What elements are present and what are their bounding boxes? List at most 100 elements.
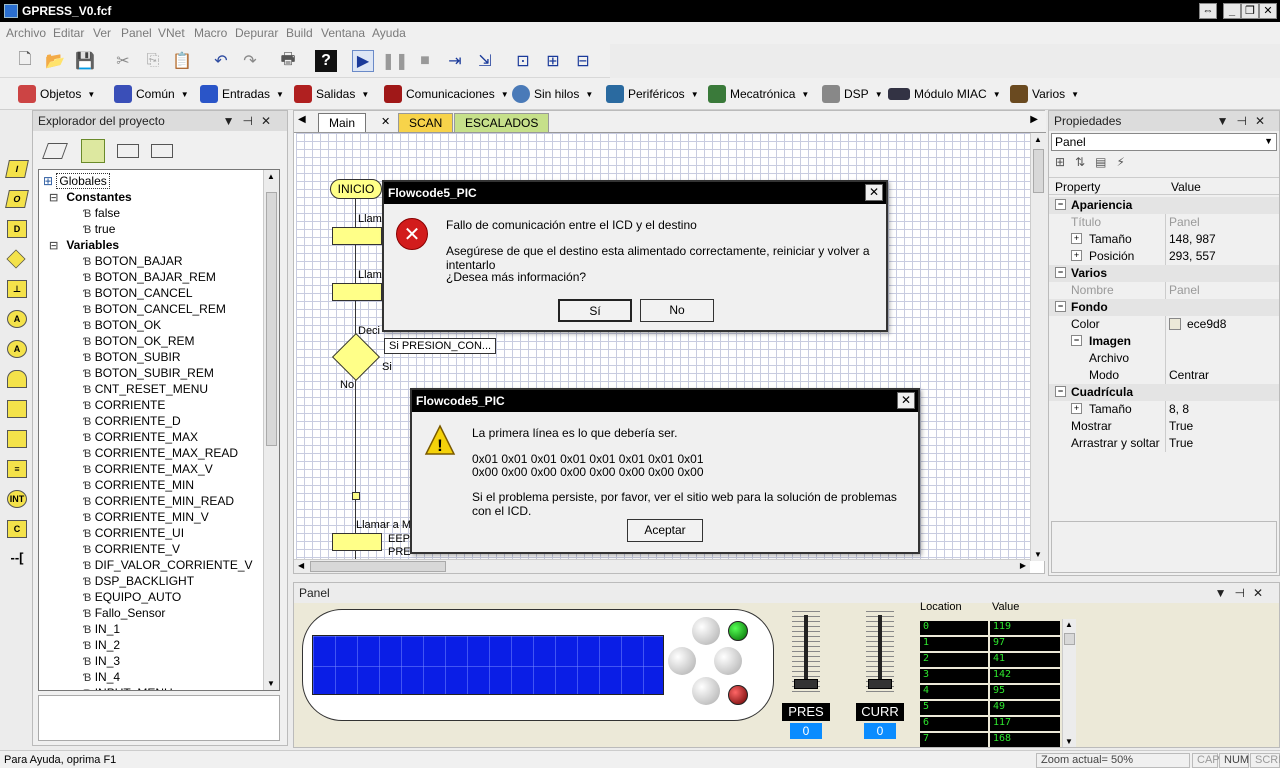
eeprom-scrollbar[interactable]: ▲ ▼ <box>1062 619 1076 747</box>
object-selector[interactable]: Panel ▼ <box>1051 133 1277 151</box>
explorer-tab-ports-icon[interactable] <box>42 143 68 159</box>
tree-variable-item[interactable]: Ɓ EQUIPO_AUTO <box>83 590 181 606</box>
goto-icon[interactable]: A <box>7 340 27 358</box>
properties-toolbar-icons[interactable]: ⊞⇅▤⚡ <box>1055 155 1135 169</box>
property-row[interactable]: − Fondo <box>1049 299 1279 316</box>
loop-icon[interactable] <box>7 370 27 388</box>
tree-variable-item[interactable]: Ɓ CORRIENTE_UI <box>83 526 184 542</box>
collapse-icon[interactable]: − <box>1055 199 1066 210</box>
tree-variable-item[interactable]: Ɓ CORRIENTE_MIN_V <box>83 510 209 526</box>
calculation-icon[interactable] <box>7 400 27 418</box>
start-terminal[interactable]: INICIO <box>330 179 382 199</box>
interrupt-icon[interactable]: INT <box>7 490 27 508</box>
restore-icon[interactable]: ⇔ <box>1199 3 1217 19</box>
menu-panel[interactable]: Panel <box>121 26 152 40</box>
expand-icon[interactable]: + <box>1071 233 1082 244</box>
collapse-icon[interactable]: − <box>1055 301 1066 312</box>
menu-editar[interactable]: Editar <box>53 26 84 40</box>
menu-ventana[interactable]: Ventana <box>321 26 365 40</box>
icd-icon[interactable]: ⊡ <box>512 50 534 72</box>
menu-ayuda[interactable]: Ayuda <box>372 26 406 40</box>
pane-controls-icon[interactable]: ▼⊣✕ <box>223 114 279 128</box>
property-row[interactable]: Título Panel <box>1049 214 1279 231</box>
macro-call-3[interactable] <box>332 533 382 551</box>
macro-call-icon[interactable] <box>7 430 27 448</box>
category-varios[interactable]: Varios ▼ <box>1010 83 1079 105</box>
tree-variable-item[interactable]: Ɓ CORRIENTE_MAX_V <box>83 462 213 478</box>
tree-variable-item[interactable]: Ɓ CORRIENTE_MAX_READ <box>83 446 238 462</box>
maximize-button[interactable]: ❐ <box>1241 3 1259 19</box>
tree-scrollbar[interactable]: ▲ ▼ <box>263 170 279 690</box>
property-row[interactable]: Nombre Panel <box>1049 282 1279 299</box>
property-row[interactable]: + Posición 293, 557 <box>1049 248 1279 265</box>
tree-constants[interactable]: ⊟ Constantes <box>49 190 132 206</box>
yes-button[interactable]: Sí <box>558 299 632 322</box>
ok-button[interactable]: Aceptar <box>627 519 703 542</box>
tab-scan[interactable]: SCAN <box>398 113 454 132</box>
warning-dialog-close-icon[interactable]: ✕ <box>897 392 915 409</box>
property-row[interactable]: − Cuadrícula <box>1049 384 1279 401</box>
help-icon[interactable]: ? <box>315 50 337 72</box>
tree-variable-item[interactable]: Ɓ CORRIENTE_V <box>83 542 180 558</box>
copy-icon[interactable]: ⎘ <box>142 50 164 72</box>
tree-variable-item[interactable]: Ɓ CORRIENTE_MIN_READ <box>83 494 234 510</box>
run-icon[interactable]: ▶ <box>352 50 374 72</box>
explorer-tab-macros-icon[interactable] <box>117 144 139 158</box>
tree-variable-item[interactable]: Ɓ CNT_RESET_MENU <box>83 382 208 398</box>
property-row[interactable]: Modo Centrar <box>1049 367 1279 384</box>
menu-ver[interactable]: Ver <box>93 26 111 40</box>
tree-variables[interactable]: ⊟ Variables <box>49 238 119 254</box>
tree-root[interactable]: ⊞ Globales <box>43 173 110 190</box>
property-row[interactable]: − Imagen <box>1049 333 1279 350</box>
pause-icon[interactable]: ❚❚ <box>382 50 409 72</box>
input-icon[interactable]: I <box>5 160 29 178</box>
paste-icon[interactable]: 📋 <box>171 50 193 72</box>
menu-archivo[interactable]: Archivo <box>6 26 46 40</box>
tree-constant-item[interactable]: Ɓ false <box>83 206 120 222</box>
print-icon[interactable]: 🖶 <box>277 50 299 72</box>
property-row[interactable]: + Tamaño 8, 8 <box>1049 401 1279 418</box>
tree-variable-item[interactable]: Ɓ IN_1 <box>83 622 120 638</box>
property-row[interactable]: Mostrar True <box>1049 418 1279 435</box>
button-right[interactable] <box>714 647 742 675</box>
explorer-tab-components-icon[interactable] <box>151 144 173 158</box>
category-comunicaciones[interactable]: Comunicaciones ▼ <box>384 83 509 105</box>
property-row[interactable]: + Tamaño 148, 987 <box>1049 231 1279 248</box>
category-perifericos[interactable]: Periféricos ▼ <box>606 83 699 105</box>
explorer-tab-globals-icon[interactable] <box>81 139 105 163</box>
menu-depurar[interactable]: Depurar <box>235 26 278 40</box>
minimize-button[interactable]: _ <box>1223 3 1241 19</box>
tree-variable-item[interactable]: Ɓ CORRIENTE <box>83 398 165 414</box>
c-code-icon[interactable]: C <box>7 520 27 538</box>
comment-icon[interactable]: --[ <box>7 550 27 568</box>
delay-icon[interactable]: D <box>7 220 27 238</box>
tree-variable-item[interactable]: Ɓ BOTON_CANCEL_REM <box>83 302 226 318</box>
step-over-icon[interactable]: ⇲ <box>474 50 496 72</box>
tree-variable-item[interactable]: Ɓ BOTON_SUBIR <box>83 350 181 366</box>
tab-close-icon[interactable]: ✕ <box>381 115 390 128</box>
macro-call-2[interactable] <box>332 283 382 301</box>
compile-icon[interactable]: ⊟ <box>572 50 594 72</box>
tab-escalados[interactable]: ESCALADOS <box>454 113 550 132</box>
button-left[interactable] <box>668 647 696 675</box>
category-comun[interactable]: Común ▼ <box>114 83 189 105</box>
tree-variable-item[interactable]: Ɓ DSP_BACKLIGHT <box>83 574 194 590</box>
tree-variable-item[interactable]: Ɓ BOTON_OK <box>83 318 161 334</box>
close-button[interactable]: ✕ <box>1259 3 1277 19</box>
stop-icon[interactable]: ■ <box>414 50 436 72</box>
output-icon[interactable]: O <box>5 190 29 208</box>
connection-icon[interactable]: A <box>7 310 27 328</box>
error-dialog-close-icon[interactable]: ✕ <box>865 184 883 201</box>
pane-controls-icon[interactable]: ▼⊣✕ <box>1217 114 1273 128</box>
expand-icon[interactable]: + <box>1071 250 1082 261</box>
open-folder-icon[interactable]: 📂 <box>44 50 66 72</box>
tree-variable-item[interactable]: Ɓ BOTON_OK_REM <box>83 334 195 350</box>
tab-scroll-right-icon[interactable]: ▶ <box>1030 114 1038 125</box>
collapse-icon[interactable]: − <box>1071 335 1082 346</box>
property-row[interactable]: Archivo <box>1049 350 1279 367</box>
tree-variable-item[interactable]: Ɓ BOTON_SUBIR_REM <box>83 366 214 382</box>
cut-icon[interactable]: ✂ <box>112 50 134 72</box>
pane-controls-icon[interactable]: ▼⊣✕ <box>1215 586 1271 600</box>
tree-variable-item[interactable]: Ɓ DIF_VALOR_CORRIENTE_V <box>83 558 253 574</box>
tree-variable-item[interactable]: Ɓ CORRIENTE_MIN <box>83 478 194 494</box>
